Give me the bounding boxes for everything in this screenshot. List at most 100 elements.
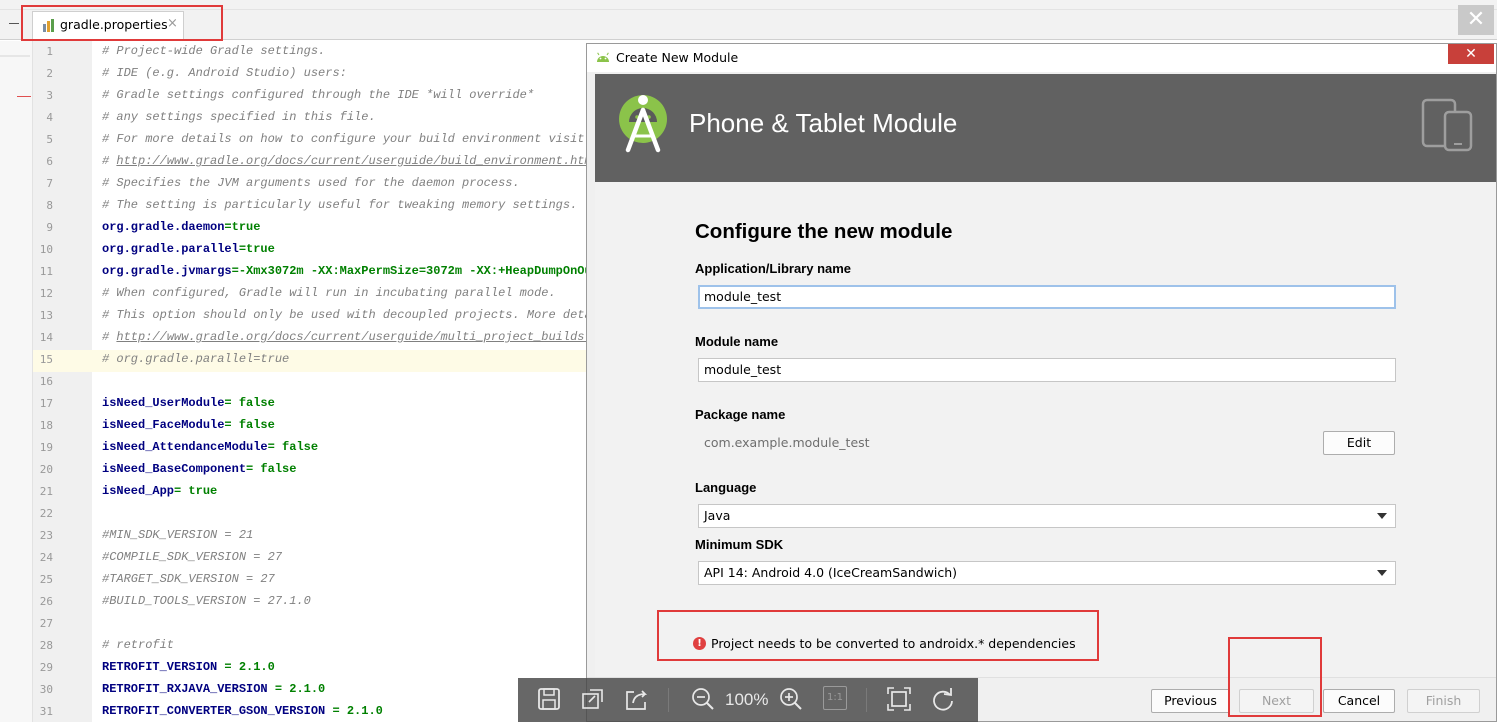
- code-line[interactable]: isNeed_BaseComponent= false: [102, 462, 592, 476]
- dialog-close-button[interactable]: ✕: [1448, 44, 1494, 64]
- code-line[interactable]: # The setting is particularly useful for…: [102, 198, 592, 212]
- cancel-button[interactable]: Cancel: [1323, 689, 1395, 713]
- code-line[interactable]: isNeed_App= true: [102, 484, 592, 498]
- code-token-val: = 2.1.0: [325, 704, 383, 718]
- tab-annotation-box: [21, 5, 223, 41]
- crop-image-icon[interactable]: [580, 686, 606, 712]
- module-name-input[interactable]: module_test: [698, 358, 1396, 382]
- code-token-comment: #COMPILE_SDK_VERSION = 27: [102, 550, 283, 564]
- code-line[interactable]: isNeed_AttendanceModule= false: [102, 440, 592, 454]
- editor-close-button[interactable]: ✕: [1458, 5, 1494, 35]
- fit-to-window-icon[interactable]: [886, 686, 912, 712]
- line-number: 29: [39, 661, 53, 674]
- code-line[interactable]: # Project-wide Gradle settings.: [102, 44, 592, 58]
- line-number: 27: [39, 617, 53, 630]
- collapse-icon[interactable]: [9, 23, 19, 24]
- previous-button[interactable]: Previous: [1151, 689, 1230, 713]
- line-number: 20: [39, 463, 53, 476]
- code-line[interactable]: # retrofit: [102, 638, 592, 652]
- code-line[interactable]: #COMPILE_SDK_VERSION = 27: [102, 550, 592, 564]
- minimum-sdk-label: Minimum SDK: [695, 537, 784, 552]
- line-number: 13: [39, 309, 53, 322]
- next-annotation-box: [1228, 637, 1322, 717]
- line-number: 24: [39, 551, 53, 564]
- code-token-link[interactable]: http://www.gradle.org/docs/current/userg…: [116, 330, 592, 344]
- close-icon: ✕: [1466, 7, 1486, 32]
- language-label: Language: [695, 480, 757, 495]
- code-token-comment: # Gradle settings configured through the…: [102, 88, 535, 102]
- code-line[interactable]: org.gradle.parallel=true: [102, 242, 592, 256]
- package-name-value: com.example.module_test: [704, 435, 870, 450]
- code-line[interactable]: #TARGET_SDK_VERSION = 27: [102, 572, 592, 586]
- line-number: 23: [39, 529, 53, 542]
- code-token-val: =-Xmx3072m -XX:MaxPermSize=3072m -XX:+He…: [231, 264, 592, 278]
- code-line[interactable]: org.gradle.jvmargs=-Xmx3072m -XX:MaxPerm…: [102, 264, 592, 278]
- line-number: 10: [39, 243, 53, 256]
- dropdown-arrow-icon: [1377, 570, 1387, 576]
- code-token-comment: # Specifies the JVM arguments used for t…: [102, 176, 520, 190]
- code-token-key: isNeed_FaceModule: [102, 418, 225, 432]
- image-viewer-toolbar: 100% 1:1: [518, 678, 978, 722]
- code-token-comment: # When configured, Gradle will run in in…: [102, 286, 556, 300]
- code-line[interactable]: # org.gradle.parallel=true: [102, 352, 592, 366]
- language-select[interactable]: Java: [698, 504, 1396, 528]
- code-token-comment: #MIN_SDK_VERSION = 21: [102, 528, 254, 542]
- code-token-val: = true: [174, 484, 218, 498]
- window-top-strip: [0, 0, 1497, 10]
- edit-package-button[interactable]: Edit: [1323, 431, 1395, 455]
- code-line[interactable]: # This option should only be used with d…: [102, 308, 592, 322]
- minimum-sdk-select[interactable]: API 14: Android 4.0 (IceCreamSandwich): [698, 561, 1396, 585]
- phone-tablet-icon: [1421, 98, 1473, 152]
- code-token-link[interactable]: http://www.gradle.org/docs/current/userg…: [116, 154, 592, 168]
- code-line[interactable]: # Gradle settings configured through the…: [102, 88, 592, 102]
- code-line[interactable]: #MIN_SDK_VERSION = 21: [102, 528, 592, 542]
- code-token-val: =true: [224, 220, 261, 234]
- line-number: 7: [46, 177, 53, 190]
- code-token-comment: # any settings specified in this file.: [102, 110, 376, 124]
- line-number: 8: [46, 199, 53, 212]
- code-token-key: org.gradle.daemon: [102, 220, 225, 234]
- code-token-key: isNeed_App: [102, 484, 175, 498]
- code-token-val: = false: [224, 418, 275, 432]
- code-line[interactable]: # Specifies the JVM arguments used for t…: [102, 176, 592, 190]
- line-number: 5: [46, 133, 53, 146]
- editor-tab-bar: [0, 10, 1497, 40]
- zoom-in-icon[interactable]: [778, 686, 804, 712]
- editor-left-strip: [0, 41, 33, 722]
- rotate-icon[interactable]: [930, 686, 956, 712]
- code-line[interactable]: # http://www.gradle.org/docs/current/use…: [102, 154, 592, 168]
- finish-button[interactable]: Finish: [1407, 689, 1480, 713]
- toolbar-separator: [668, 688, 669, 712]
- code-line[interactable]: #BUILD_TOOLS_VERSION = 27.1.0: [102, 594, 592, 608]
- code-line[interactable]: org.gradle.daemon=true: [102, 220, 592, 234]
- line-number: 2: [46, 67, 53, 80]
- line-number: 26: [39, 595, 53, 608]
- line-number: 22: [39, 507, 53, 520]
- app-name-input[interactable]: module_test: [698, 285, 1396, 309]
- gutter-change-marker: [17, 96, 31, 97]
- code-line[interactable]: # For more details on how to configure y…: [102, 132, 592, 146]
- code-token-comment: #BUILD_TOOLS_VERSION = 27.1.0: [102, 594, 311, 608]
- code-line[interactable]: RETROFIT_VERSION = 2.1.0: [102, 660, 592, 674]
- actual-size-icon[interactable]: 1:1: [823, 686, 847, 710]
- line-number: 17: [39, 397, 53, 410]
- code-token-key: RETROFIT_VERSION: [102, 660, 218, 674]
- save-icon[interactable]: [536, 686, 562, 712]
- code-line[interactable]: # any settings specified in this file.: [102, 110, 592, 124]
- code-line[interactable]: # http://www.gradle.org/docs/current/use…: [102, 330, 592, 344]
- zoom-out-icon[interactable]: [690, 686, 716, 712]
- code-line[interactable]: isNeed_UserModule= false: [102, 396, 592, 410]
- line-number: 4: [46, 111, 53, 124]
- code-token-key: isNeed_UserModule: [102, 396, 225, 410]
- code-line[interactable]: # When configured, Gradle will run in in…: [102, 286, 592, 300]
- dialog-title: Create New Module: [616, 50, 739, 65]
- minimum-sdk-selected-value: API 14: Android 4.0 (IceCreamSandwich): [704, 565, 958, 580]
- android-studio-logo-icon: [619, 95, 667, 153]
- code-line[interactable]: # IDE (e.g. Android Studio) users:: [102, 66, 592, 80]
- dialog-header: Phone & Tablet Module: [595, 74, 1496, 182]
- language-selected-value: Java: [704, 508, 731, 523]
- dialog-title-bar: Create New Module ✕: [587, 44, 1496, 72]
- code-line[interactable]: isNeed_FaceModule= false: [102, 418, 592, 432]
- code-token-comment: # IDE (e.g. Android Studio) users:: [102, 66, 347, 80]
- share-icon[interactable]: [624, 686, 650, 712]
